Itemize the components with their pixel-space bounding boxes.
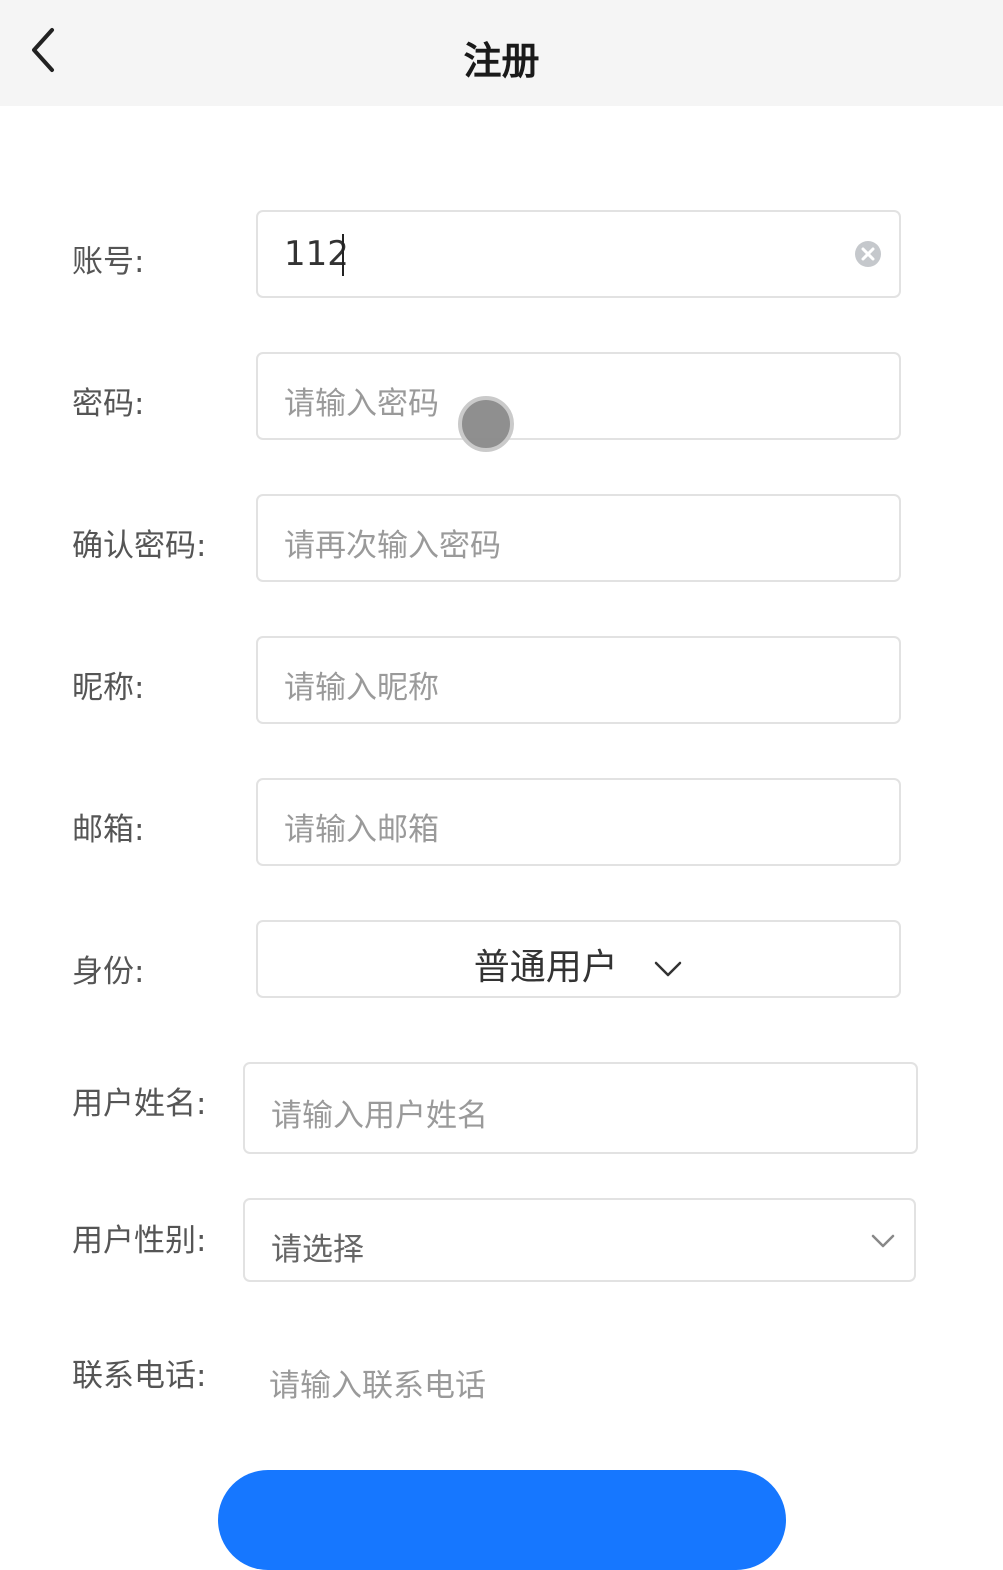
phone-input[interactable]: 请输入联系电话 xyxy=(243,1340,918,1424)
phone-label: 联系电话: xyxy=(72,1358,207,1394)
user-gender-label: 用户性别: xyxy=(72,1223,207,1259)
text-caret xyxy=(342,234,344,276)
password-label: 密码: xyxy=(72,386,145,422)
nav-header: 注册 xyxy=(0,0,1003,106)
user-name-label: 用户姓名: xyxy=(72,1086,207,1122)
confirm-password-label: 确认密码: xyxy=(72,528,207,564)
email-input[interactable]: 请输入邮箱 xyxy=(256,778,901,866)
clear-circle-icon[interactable] xyxy=(853,239,883,269)
email-placeholder: 请输入邮箱 xyxy=(284,812,439,848)
chevron-down-icon xyxy=(871,1234,895,1248)
identity-selected-value: 普通用户 xyxy=(473,947,618,988)
register-submit-button[interactable] xyxy=(218,1470,786,1570)
user-gender-select[interactable]: 请选择 xyxy=(243,1198,916,1282)
account-value: 112 xyxy=(284,234,349,274)
confirm-password-placeholder: 请再次输入密码 xyxy=(284,528,501,564)
nickname-label: 昵称: xyxy=(72,670,145,706)
user-gender-placeholder: 请选择 xyxy=(271,1232,364,1268)
identity-select[interactable]: 普通用户 xyxy=(256,920,901,998)
account-label: 账号: xyxy=(72,244,145,280)
phone-placeholder: 请输入联系电话 xyxy=(269,1368,486,1404)
identity-select-content: 普通用户 xyxy=(258,938,899,990)
password-input[interactable]: 请输入密码 xyxy=(256,352,901,440)
user-name-placeholder: 请输入用户姓名 xyxy=(271,1098,488,1134)
email-label: 邮箱: xyxy=(72,812,145,848)
password-placeholder: 请输入密码 xyxy=(284,386,439,422)
account-input[interactable]: 112 xyxy=(256,210,901,298)
nickname-input[interactable]: 请输入昵称 xyxy=(256,636,901,724)
chevron-down-icon xyxy=(654,961,682,977)
nickname-placeholder: 请输入昵称 xyxy=(284,670,439,706)
page-title: 注册 xyxy=(463,39,540,83)
user-name-input[interactable]: 请输入用户姓名 xyxy=(243,1062,918,1154)
identity-label: 身份: xyxy=(72,954,145,990)
touch-indicator xyxy=(458,396,514,452)
confirm-password-input[interactable]: 请再次输入密码 xyxy=(256,494,901,582)
